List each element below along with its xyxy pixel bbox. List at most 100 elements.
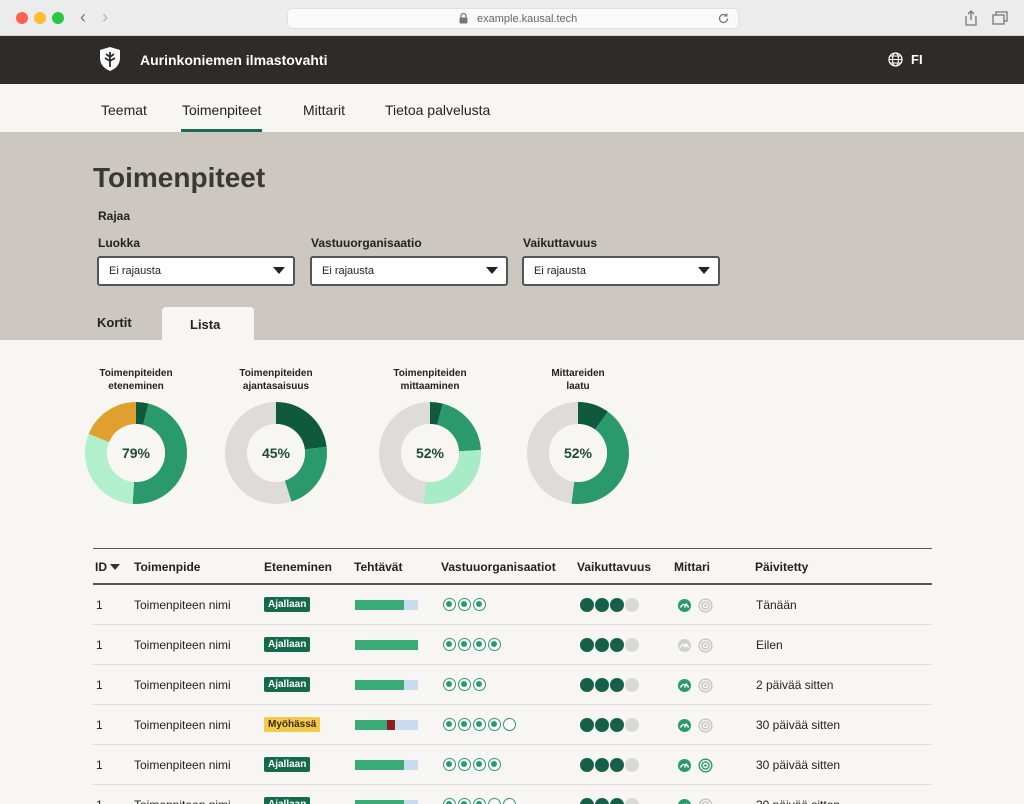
tab-kortit[interactable]: Kortit	[97, 315, 132, 330]
column-toimenpide[interactable]: Toimenpide	[134, 560, 200, 574]
summary-chart[interactable]: Toimenpiteiden ajantasaisuus 45%	[216, 367, 336, 505]
table-row[interactable]: 1 Toimenpiteen nimi Myöhässä 30 päivää sitt…	[93, 705, 932, 745]
nav-item-toimenpiteet[interactable]: Toimenpiteet	[180, 102, 263, 132]
org-icon[interactable]	[473, 758, 486, 771]
address-bar[interactable]: example.kausal.tech	[287, 8, 739, 29]
minimize-window-button[interactable]	[34, 12, 46, 24]
org-icon[interactable]	[458, 758, 471, 771]
column-vastuuorganisaatiot[interactable]: Vastuuorganisaatiot	[441, 560, 556, 574]
target-icon[interactable]	[698, 798, 713, 804]
gauge-icon[interactable]	[677, 638, 692, 653]
filter-select-vaikuttavuus[interactable]: Ei rajausta	[522, 256, 720, 286]
cell-id: 1	[96, 598, 103, 612]
org-icon[interactable]	[458, 598, 471, 611]
impact-dot	[610, 718, 624, 732]
table-row[interactable]: 1 Toimenpiteen nimi Ajallaan 30 päivää sitt…	[93, 785, 932, 804]
summary-chart[interactable]: Toimenpiteiden eteneminen 79%	[76, 367, 196, 505]
org-icon[interactable]	[443, 678, 456, 691]
org-icon[interactable]	[473, 678, 486, 691]
donut-value: 52%	[564, 445, 593, 461]
column-vaikuttavuus[interactable]: Vaikuttavuus	[577, 560, 651, 574]
org-icon[interactable]	[443, 718, 456, 731]
language-selector[interactable]: FI	[888, 52, 923, 67]
site-name[interactable]: Aurinkoniemen ilmastovahti	[140, 52, 327, 68]
reload-icon[interactable]	[717, 12, 730, 25]
column-id[interactable]: ID	[95, 560, 120, 574]
target-icon[interactable]	[698, 598, 713, 613]
column-paivitetty[interactable]: Päivitetty	[755, 560, 808, 574]
column-tehtavat[interactable]: Tehtävät	[354, 560, 402, 574]
org-icon[interactable]	[458, 678, 471, 691]
action-name-link[interactable]: Toimenpiteen nimi	[134, 638, 231, 652]
gauge-icon[interactable]	[677, 678, 692, 693]
action-name-link[interactable]: Toimenpiteen nimi	[134, 598, 231, 612]
org-icon[interactable]	[443, 758, 456, 771]
summary-chart[interactable]: Mittareiden laatu 52%	[518, 367, 638, 505]
back-arrow-icon[interactable]: ‹	[80, 8, 86, 26]
table-row[interactable]: 1 Toimenpiteen nimi Ajallaan Eilen	[93, 625, 932, 665]
table-row[interactable]: 1 Toimenpiteen nimi Ajallaan 2 päivää sitte…	[93, 665, 932, 705]
summary-chart-title: Toimenpiteiden mittaaminen	[370, 367, 490, 395]
impact-dot	[625, 758, 639, 772]
column-mittari[interactable]: Mittari	[674, 560, 710, 574]
filter-select-vastuuorganisaatio[interactable]: Ei rajausta	[310, 256, 508, 286]
status-badge: Ajallaan	[264, 797, 311, 804]
impact-dot	[610, 598, 624, 612]
nav-item-mittarit[interactable]: Mittarit	[303, 102, 345, 118]
org-icon[interactable]	[488, 758, 501, 771]
nav-item-teemat[interactable]: Teemat	[101, 102, 147, 118]
org-icon[interactable]	[458, 798, 471, 804]
nav-item-tietoa[interactable]: Tietoa palvelusta	[385, 102, 490, 118]
close-window-button[interactable]	[16, 12, 28, 24]
gauge-icon[interactable]	[677, 598, 692, 613]
org-icon[interactable]	[503, 798, 516, 804]
target-icon[interactable]	[698, 678, 713, 693]
status-badge: Myöhässä	[264, 717, 321, 732]
table-row[interactable]: 1 Toimenpiteen nimi Ajallaan 30 päivää sitt…	[93, 745, 932, 785]
org-icon[interactable]	[443, 598, 456, 611]
org-icon[interactable]	[488, 798, 501, 804]
tab-lista[interactable]: Lista	[162, 307, 254, 340]
responsible-orgs	[443, 678, 486, 691]
org-icon[interactable]	[443, 798, 456, 804]
impact-dot	[580, 638, 594, 652]
org-icon[interactable]	[473, 798, 486, 804]
share-icon[interactable]	[963, 10, 979, 26]
org-icon[interactable]	[443, 638, 456, 651]
action-name-link[interactable]: Toimenpiteen nimi	[134, 678, 231, 692]
gauge-icon[interactable]	[677, 718, 692, 733]
filter-value: Ei rajausta	[534, 265, 586, 277]
summary-title-line: Toimenpiteiden	[239, 368, 313, 379]
gauge-icon[interactable]	[677, 758, 692, 773]
target-icon[interactable]	[698, 718, 713, 733]
impact-dot	[625, 678, 639, 692]
column-eteneminen[interactable]: Eteneminen	[264, 560, 332, 574]
org-icon[interactable]	[503, 718, 516, 731]
table-row[interactable]: 1 Toimenpiteen nimi Ajallaan Tänään	[93, 585, 932, 625]
org-icon[interactable]	[488, 638, 501, 651]
tabs-icon[interactable]	[992, 10, 1008, 26]
shield-leaf-icon[interactable]	[98, 46, 122, 72]
maximize-window-button[interactable]	[52, 12, 64, 24]
forward-arrow-icon[interactable]: ›	[102, 8, 108, 26]
org-icon[interactable]	[458, 638, 471, 651]
action-name-link[interactable]: Toimenpiteen nimi	[134, 798, 231, 804]
gauge-icon[interactable]	[677, 798, 692, 804]
target-icon[interactable]	[698, 758, 713, 773]
filter-label-vaikuttavuus: Vaikuttavuus	[523, 236, 598, 250]
status-badge: Ajallaan	[264, 677, 311, 692]
indicator-icons	[677, 718, 713, 733]
impact-dot	[580, 758, 594, 772]
org-icon[interactable]	[458, 718, 471, 731]
action-name-link[interactable]: Toimenpiteen nimi	[134, 718, 231, 732]
action-name-link[interactable]: Toimenpiteen nimi	[134, 758, 231, 772]
browser-toolbar: ‹ › example.kausal.tech	[0, 0, 1024, 36]
org-icon[interactable]	[488, 718, 501, 731]
org-icon[interactable]	[473, 718, 486, 731]
org-icon[interactable]	[473, 638, 486, 651]
org-icon[interactable]	[473, 598, 486, 611]
filter-select-luokka[interactable]: Ei rajausta	[97, 256, 295, 286]
tasks-done-segment	[355, 600, 405, 610]
target-icon[interactable]	[698, 638, 713, 653]
summary-chart[interactable]: Toimenpiteiden mittaaminen 52%	[370, 367, 490, 505]
